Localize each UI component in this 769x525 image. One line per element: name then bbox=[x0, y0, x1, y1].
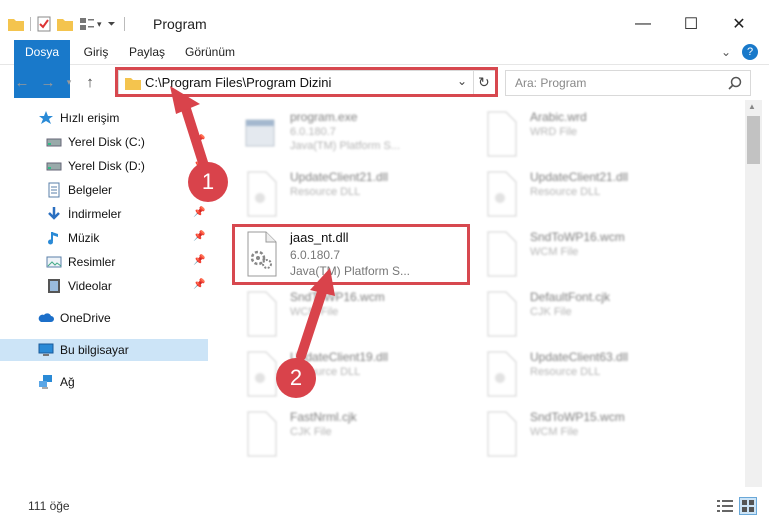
details-view-icon[interactable] bbox=[716, 498, 734, 514]
arrow-1 bbox=[170, 86, 211, 177]
status-bar: 111 öğe bbox=[0, 490, 769, 525]
step-2-marker: 2 bbox=[276, 358, 316, 398]
annotation-arrows bbox=[170, 86, 335, 361]
arrow-2 bbox=[296, 268, 335, 361]
item-count: 111 öğe bbox=[28, 499, 70, 513]
step-1-marker: 1 bbox=[188, 162, 228, 202]
large-icons-view-icon[interactable] bbox=[739, 497, 757, 515]
